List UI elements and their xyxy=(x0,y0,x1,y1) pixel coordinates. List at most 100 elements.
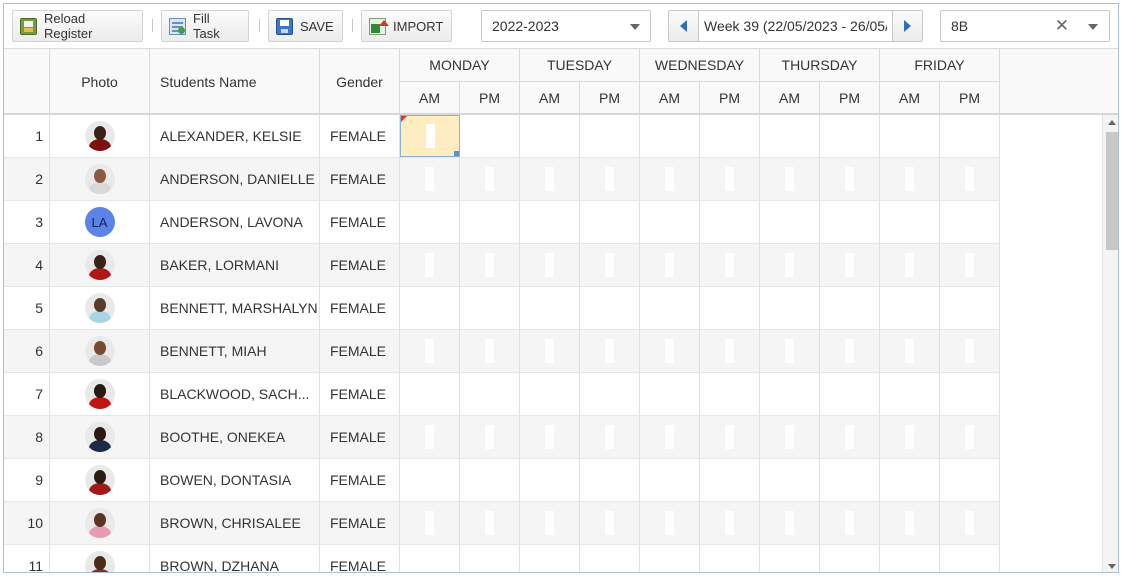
attendance-cell[interactable] xyxy=(820,158,880,200)
attendance-cell[interactable] xyxy=(880,201,940,243)
attendance-cell[interactable] xyxy=(520,115,580,157)
attendance-cell[interactable] xyxy=(460,545,520,572)
attendance-cell[interactable] xyxy=(700,158,760,200)
attendance-cell[interactable] xyxy=(400,373,460,415)
table-row[interactable]: 7 BLACKWOOD, SACH... FEMALE xyxy=(4,373,1000,416)
attendance-cell[interactable] xyxy=(760,115,820,157)
attendance-cell[interactable] xyxy=(400,502,460,544)
table-row[interactable]: 1 ALEXANDER, KELSIE FEMALE xyxy=(4,115,1000,158)
attendance-cell[interactable] xyxy=(400,416,460,458)
attendance-cell[interactable] xyxy=(580,373,640,415)
attendance-cell[interactable] xyxy=(640,502,700,544)
attendance-cell[interactable] xyxy=(760,287,820,329)
attendance-cell[interactable] xyxy=(760,416,820,458)
table-row[interactable]: 11 BROWN, DZHANA FEMALE xyxy=(4,545,1000,572)
attendance-cell[interactable] xyxy=(460,459,520,501)
attendance-cell[interactable] xyxy=(820,115,880,157)
attendance-cell[interactable] xyxy=(700,545,760,572)
attendance-cell[interactable] xyxy=(460,115,520,157)
attendance-cell[interactable] xyxy=(700,373,760,415)
attendance-cell[interactable] xyxy=(520,459,580,501)
attendance-cell[interactable] xyxy=(820,502,880,544)
attendance-cell[interactable] xyxy=(880,158,940,200)
attendance-cell[interactable] xyxy=(580,115,640,157)
clear-icon[interactable]: ✕ xyxy=(1055,17,1069,35)
attendance-cell[interactable] xyxy=(580,502,640,544)
save-button[interactable]: SAVE xyxy=(268,10,343,42)
attendance-cell[interactable] xyxy=(520,201,580,243)
attendance-cell[interactable] xyxy=(760,502,820,544)
attendance-cell[interactable] xyxy=(760,330,820,372)
attendance-cell[interactable] xyxy=(520,287,580,329)
attendance-cell[interactable] xyxy=(580,459,640,501)
scrollbar-thumb[interactable] xyxy=(1106,132,1118,250)
attendance-cell[interactable] xyxy=(460,158,520,200)
attendance-cell[interactable] xyxy=(700,201,760,243)
attendance-cell[interactable] xyxy=(760,459,820,501)
attendance-cell[interactable] xyxy=(700,115,760,157)
table-row[interactable]: 3 LA ANDERSON, LAVONA FEMALE xyxy=(4,201,1000,244)
attendance-cell[interactable] xyxy=(940,373,1000,415)
attendance-cell[interactable] xyxy=(520,502,580,544)
attendance-cell[interactable] xyxy=(820,416,880,458)
attendance-cell[interactable] xyxy=(640,201,700,243)
attendance-cell[interactable] xyxy=(460,373,520,415)
attendance-cell[interactable] xyxy=(700,330,760,372)
attendance-cell[interactable] xyxy=(580,287,640,329)
attendance-cell[interactable] xyxy=(520,330,580,372)
attendance-cell[interactable] xyxy=(820,330,880,372)
attendance-cell[interactable] xyxy=(940,545,1000,572)
attendance-cell[interactable] xyxy=(580,330,640,372)
chevron-down-icon[interactable] xyxy=(630,24,640,30)
fill-task-button[interactable]: Fill Task xyxy=(161,10,249,42)
attendance-cell[interactable] xyxy=(700,502,760,544)
attendance-cell[interactable] xyxy=(460,287,520,329)
attendance-cell[interactable] xyxy=(460,201,520,243)
attendance-cell[interactable] xyxy=(880,287,940,329)
class-select[interactable]: 8B ✕ xyxy=(940,10,1110,42)
attendance-cell[interactable] xyxy=(940,287,1000,329)
attendance-cell[interactable] xyxy=(460,330,520,372)
reload-register-button[interactable]: Reload Register xyxy=(12,10,143,42)
attendance-cell[interactable] xyxy=(520,244,580,286)
attendance-cell[interactable] xyxy=(880,115,940,157)
attendance-cell[interactable] xyxy=(760,158,820,200)
attendance-cell[interactable] xyxy=(940,416,1000,458)
table-row[interactable]: 5 BENNETT, MARSHALYN FEMALE xyxy=(4,287,1000,330)
attendance-cell[interactable] xyxy=(820,545,880,572)
attendance-cell[interactable] xyxy=(580,158,640,200)
attendance-cell[interactable] xyxy=(940,459,1000,501)
attendance-cell[interactable] xyxy=(640,287,700,329)
attendance-cell[interactable] xyxy=(400,158,460,200)
table-row[interactable]: 10 BROWN, CHRISALEE FEMALE xyxy=(4,502,1000,545)
scroll-down-icon[interactable] xyxy=(1108,564,1116,569)
attendance-cell[interactable] xyxy=(580,416,640,458)
attendance-cell[interactable] xyxy=(640,459,700,501)
attendance-cell[interactable] xyxy=(520,545,580,572)
attendance-cell[interactable] xyxy=(700,287,760,329)
attendance-cell[interactable] xyxy=(520,158,580,200)
table-row[interactable]: 2 ANDERSON, DANIELLE FEMALE xyxy=(4,158,1000,201)
attendance-cell[interactable] xyxy=(760,244,820,286)
next-week-button[interactable] xyxy=(892,11,922,41)
attendance-cell[interactable] xyxy=(760,201,820,243)
attendance-cell[interactable] xyxy=(940,115,1000,157)
attendance-cell[interactable] xyxy=(760,373,820,415)
photo-header[interactable]: Photo xyxy=(50,49,150,114)
attendance-cell[interactable] xyxy=(580,244,640,286)
attendance-cell[interactable] xyxy=(400,244,460,286)
attendance-cell[interactable] xyxy=(940,158,1000,200)
attendance-cell[interactable] xyxy=(700,416,760,458)
attendance-cell[interactable] xyxy=(400,287,460,329)
attendance-cell[interactable] xyxy=(640,416,700,458)
attendance-cell[interactable] xyxy=(700,244,760,286)
attendance-cell[interactable] xyxy=(820,244,880,286)
students-name-header[interactable]: Students Name xyxy=(150,49,320,114)
table-row[interactable]: 6 BENNETT, MIAH FEMALE xyxy=(4,330,1000,373)
attendance-cell[interactable] xyxy=(640,115,700,157)
school-year-select[interactable]: 2022-2023 xyxy=(481,10,651,42)
attendance-cell[interactable] xyxy=(640,244,700,286)
attendance-cell[interactable] xyxy=(820,201,880,243)
attendance-cell[interactable] xyxy=(880,545,940,572)
attendance-cell[interactable] xyxy=(880,416,940,458)
